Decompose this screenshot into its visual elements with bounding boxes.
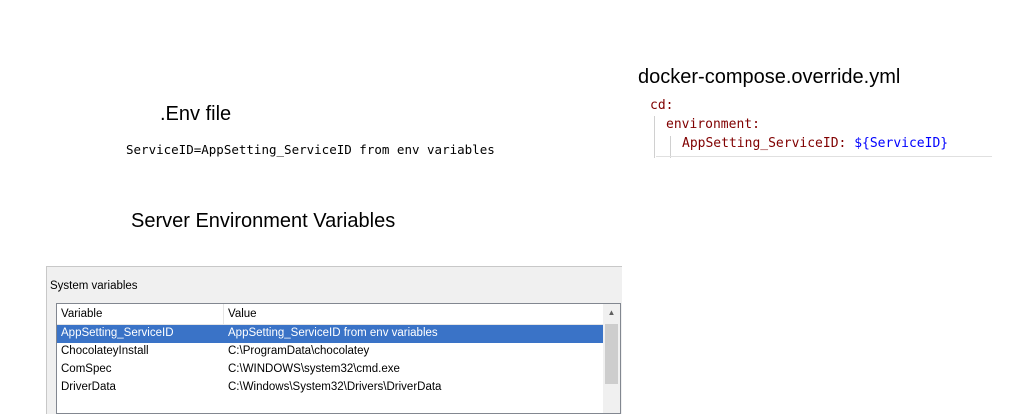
system-variables-list[interactable]: Variable Value AppSetting_ServiceID AppS…: [56, 303, 621, 414]
vertical-scrollbar[interactable]: ▲: [603, 304, 620, 413]
indent-guide: [670, 136, 671, 158]
system-variables-label: System variables: [50, 280, 138, 292]
variable-cell: ComSpec: [61, 363, 112, 375]
env-file-heading: .Env file: [160, 103, 232, 125]
table-row[interactable]: DriverData C:\Windows\System32\Drivers\D…: [57, 379, 604, 397]
yaml-line-service-id: AppSetting_ServiceID: ${ServiceID}: [682, 136, 949, 151]
scrollbar-thumb[interactable]: [605, 324, 618, 384]
value-cell: AppSetting_ServiceID from env variables: [228, 327, 438, 339]
system-variables-panel: System variables Variable Value AppSetti…: [46, 266, 622, 414]
editor-line-rule: [656, 156, 992, 157]
table-row[interactable]: ComSpec C:\WINDOWS\system32\cmd.exe: [57, 361, 604, 379]
variable-cell: AppSetting_ServiceID: [61, 327, 174, 339]
table-row[interactable]: ChocolateyInstall C:\ProgramData\chocola…: [57, 343, 604, 361]
indent-guide: [654, 116, 655, 158]
table-row[interactable]: AppSetting_ServiceID AppSetting_ServiceI…: [57, 325, 604, 343]
compose-file-heading: docker-compose.override.yml: [638, 66, 901, 88]
yaml-line-environment: environment:: [666, 117, 760, 132]
variable-cell: DriverData: [61, 381, 116, 393]
env-file-line: ServiceID=AppSetting_ServiceID from env …: [126, 142, 495, 157]
server-env-heading: Server Environment Variables: [131, 210, 396, 232]
variable-cell: ChocolateyInstall: [61, 345, 149, 357]
value-cell: C:\WINDOWS\system32\cmd.exe: [228, 363, 400, 375]
chevron-up-icon[interactable]: ▲: [603, 304, 620, 321]
column-header-value[interactable]: Value: [228, 308, 257, 320]
value-cell: C:\Windows\System32\Drivers\DriverData: [228, 381, 442, 393]
yaml-line-cd: cd:: [650, 98, 674, 113]
value-cell: C:\ProgramData\chocolatey: [228, 345, 370, 357]
column-header-variable[interactable]: Variable: [61, 308, 102, 320]
yaml-snippet: cd: environment: AppSetting_ServiceID: $…: [640, 96, 992, 158]
column-separator[interactable]: [223, 304, 224, 324]
list-header: Variable Value: [57, 304, 604, 325]
